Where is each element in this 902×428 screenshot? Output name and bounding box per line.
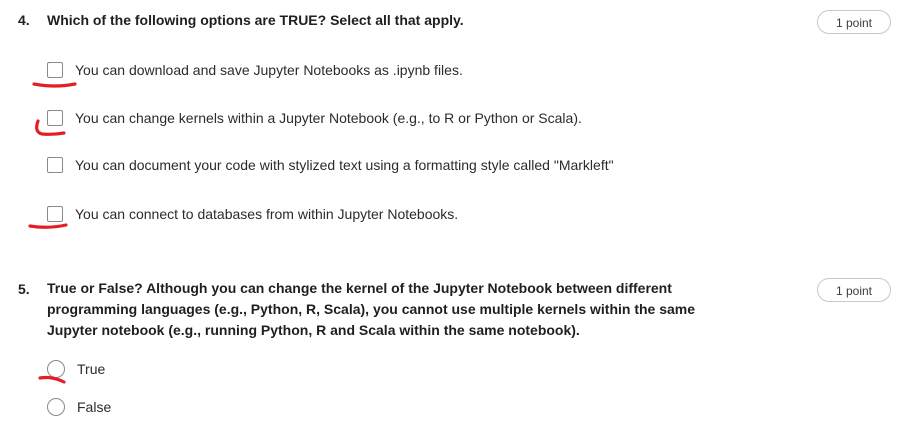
checkbox[interactable] [47,110,63,126]
option-label: True [77,361,106,377]
question-5-option-false[interactable]: False [47,397,111,417]
checkbox[interactable] [47,206,63,222]
question-5-text-line-3: Jupyter notebook (e.g., running Python, … [47,322,580,338]
question-4-text: Which of the following options are TRUE?… [47,12,464,28]
question-4-option-4[interactable]: You can connect to databases from within… [47,204,458,224]
question-4-points-badge: 1 point [817,10,891,34]
option-label: You can document your code with stylized… [75,157,614,173]
radio-button[interactable] [47,398,65,416]
question-4-number: 4. [18,12,30,28]
question-4-option-2[interactable]: You can change kernels within a Jupyter … [47,108,582,128]
red-underline-mark-3 [28,223,68,229]
question-5-points-badge: 1 point [817,278,891,302]
option-label: You can connect to databases from within… [75,206,459,222]
question-4-option-1[interactable]: You can download and save Jupyter Notebo… [47,60,463,80]
question-4-option-3[interactable]: You can document your code with stylized… [47,155,614,175]
question-5-text: True or False? Although you can change t… [47,278,695,341]
radio-button[interactable] [47,360,65,378]
question-5-text-line-1: True or False? Although you can change t… [47,280,672,296]
question-5-text-line-2: programming languages (e.g., Python, R, … [47,301,696,317]
red-underline-mark-1 [32,82,77,88]
option-label: False [77,399,112,415]
option-label: You can change kernels within a Jupyter … [75,110,582,126]
checkbox[interactable] [47,157,63,173]
checkbox[interactable] [47,62,63,78]
question-5-number: 5. [18,281,30,297]
question-5-option-true[interactable]: True [47,359,105,379]
option-label: You can download and save Jupyter Notebo… [75,62,463,78]
quiz-page: 4. Which of the following options are TR… [0,0,902,428]
